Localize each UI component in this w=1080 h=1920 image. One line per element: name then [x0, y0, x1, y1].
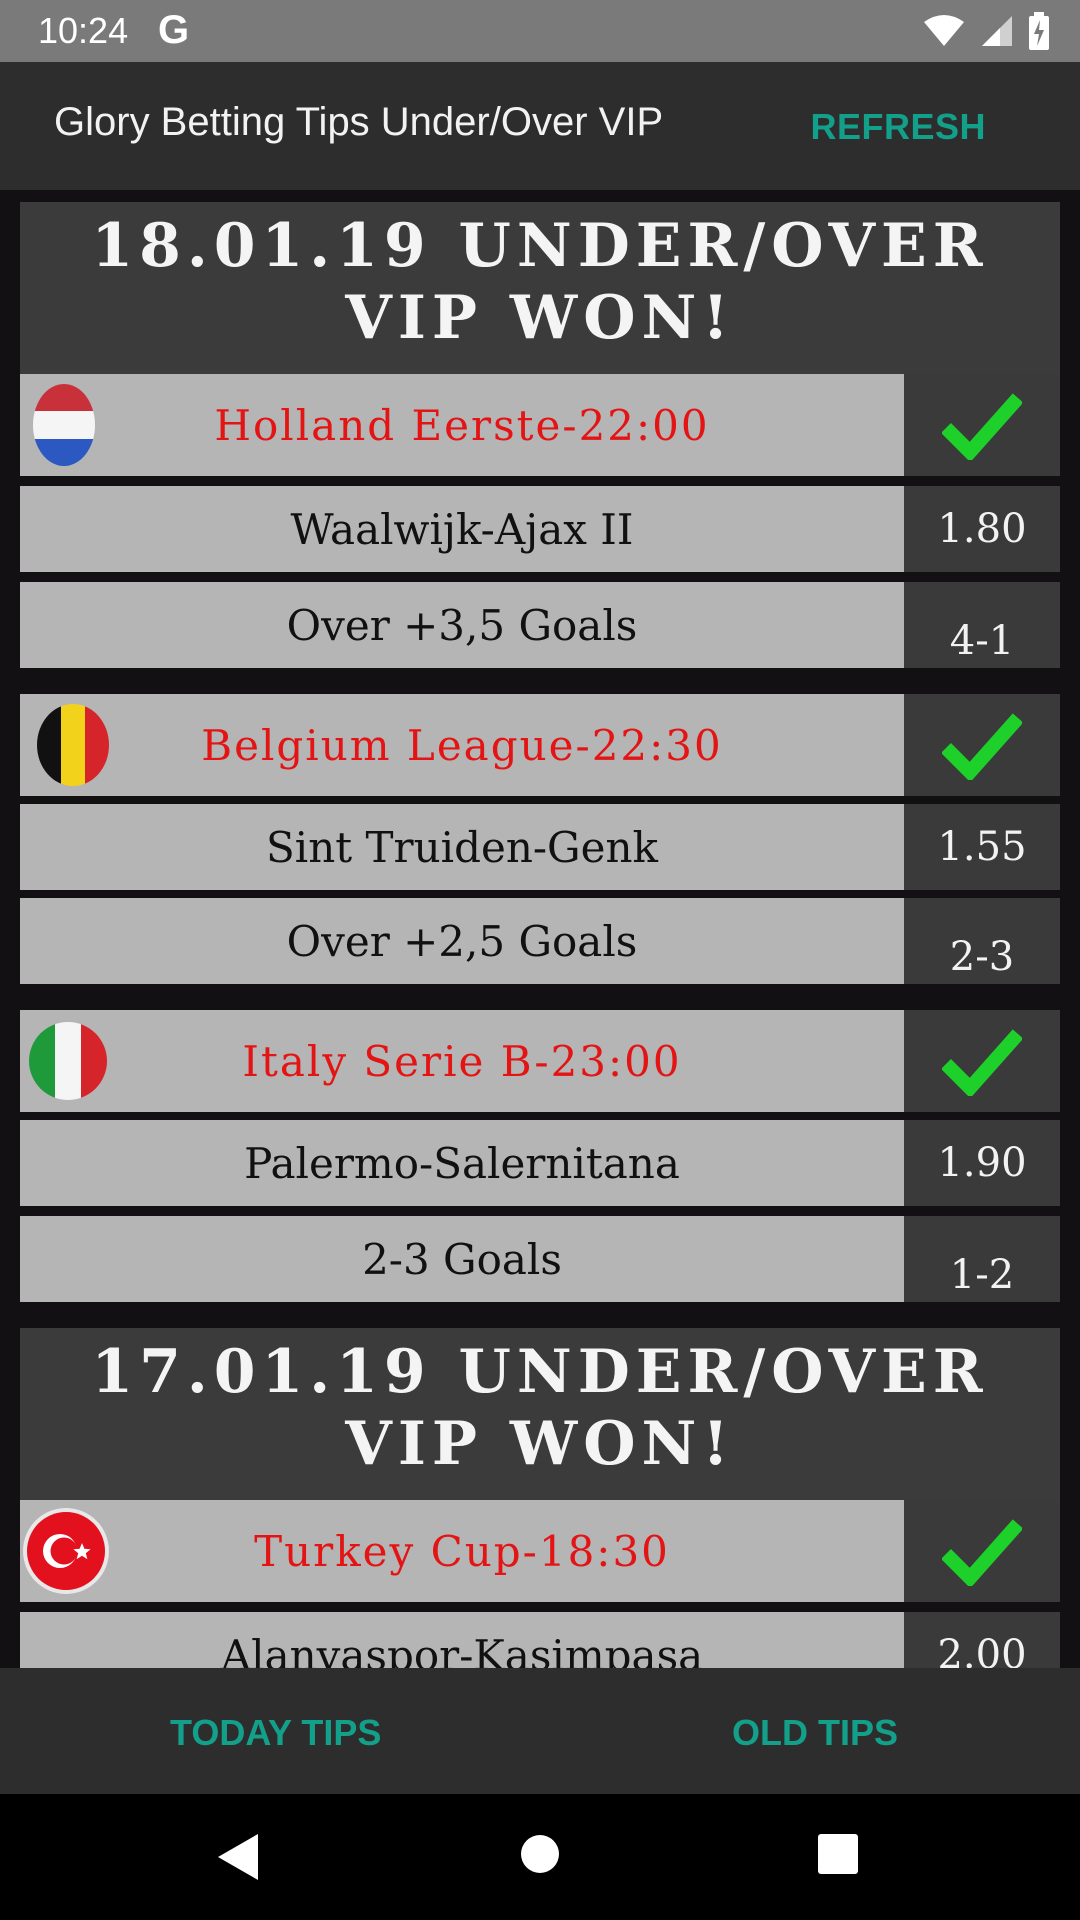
league-row[interactable]: Turkey Cup-18:30: [20, 1500, 1060, 1602]
day-header: 18.01.19 UNDER/OVER VIP WON!: [20, 202, 1060, 374]
tab-old-tips[interactable]: OLD TIPS: [732, 1712, 898, 1754]
won-check-icon: [904, 1500, 1060, 1602]
league-row[interactable]: Italy Serie B-23:00: [20, 1010, 1060, 1112]
back-icon[interactable]: [216, 1832, 260, 1882]
match-teams: Palermo-Salernitana: [20, 1120, 904, 1206]
match-row[interactable]: Sint Truiden-Genk 1.55: [20, 804, 1060, 890]
match-score: 2-3: [904, 898, 1060, 984]
belgium-flag-icon: [37, 704, 109, 786]
signal-icon: [982, 16, 1012, 46]
turkey-flag-icon: [23, 1508, 109, 1594]
tip-row[interactable]: Over +2,5 Goals 2-3: [20, 898, 1060, 984]
league-name: Italy Serie B-23:00: [20, 1010, 904, 1112]
match-teams: Sint Truiden-Genk: [20, 804, 904, 890]
match-odds: 2.00: [904, 1612, 1060, 1668]
won-check-icon: [904, 1010, 1060, 1112]
wifi-icon: [924, 15, 964, 46]
match-score: 4-1: [904, 582, 1060, 668]
recents-icon[interactable]: [818, 1834, 858, 1874]
match-row[interactable]: Palermo-Salernitana 1.90: [20, 1120, 1060, 1206]
match-odds: 1.55: [904, 804, 1060, 890]
italy-flag-icon: [29, 1022, 107, 1100]
bottom-tab-bar: TODAY TIPS OLD TIPS: [0, 1668, 1080, 1794]
league-row[interactable]: Belgium League-22:30: [20, 694, 1060, 796]
app-bar: Glory Betting Tips Under/Over VIP REFRES…: [0, 62, 1080, 190]
match-odds: 1.90: [904, 1120, 1060, 1206]
league-row[interactable]: Holland Eerste-22:00: [20, 374, 1060, 476]
app-title: Glory Betting Tips Under/Over VIP: [54, 100, 664, 144]
tip-text: Over +2,5 Goals: [20, 898, 904, 984]
system-nav-bar: [0, 1794, 1080, 1920]
match-row[interactable]: Alanyaspor-Kasimpasa 2.00: [20, 1612, 1060, 1668]
tip-text: 2-3 Goals: [20, 1216, 904, 1302]
home-icon[interactable]: [520, 1834, 560, 1874]
match-row[interactable]: Waalwijk-Ajax II 1.80: [20, 486, 1060, 572]
tab-today-tips[interactable]: TODAY TIPS: [170, 1712, 381, 1754]
league-name: Turkey Cup-18:30: [20, 1500, 904, 1602]
league-name: Holland Eerste-22:00: [20, 374, 904, 476]
match-teams: Alanyaspor-Kasimpasa: [20, 1612, 904, 1668]
status-time: 10:24: [38, 10, 129, 51]
status-icons: [922, 12, 1050, 50]
match-teams: Waalwijk-Ajax II: [20, 486, 904, 572]
battery-icon: [1029, 12, 1049, 50]
match-odds: 1.80: [904, 486, 1060, 572]
tip-row[interactable]: Over +3,5 Goals 4-1: [20, 582, 1060, 668]
match-score: 1-2: [904, 1216, 1060, 1302]
league-name: Belgium League-22:30: [20, 694, 904, 796]
day-header: 17.01.19 UNDER/OVER VIP WON!: [20, 1328, 1060, 1500]
status-bar: 10:24 G: [0, 0, 1080, 62]
tips-list[interactable]: 18.01.19 UNDER/OVER VIP WON! Holland Eer…: [0, 190, 1080, 1668]
tip-text: Over +3,5 Goals: [20, 582, 904, 668]
google-icon: G: [158, 8, 190, 52]
tip-row[interactable]: 2-3 Goals 1-2: [20, 1216, 1060, 1302]
refresh-button[interactable]: REFRESH: [810, 106, 986, 148]
won-check-icon: [904, 374, 1060, 476]
netherlands-flag-icon: [33, 384, 95, 466]
won-check-icon: [904, 694, 1060, 796]
